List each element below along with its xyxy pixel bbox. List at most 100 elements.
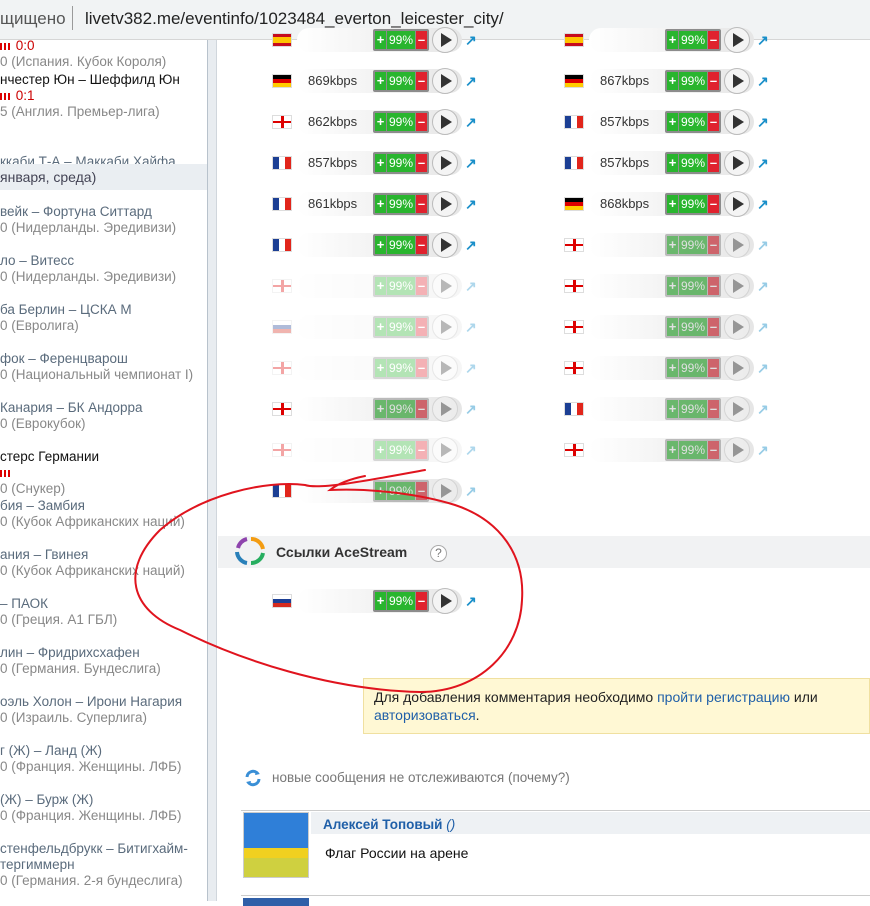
external-link-icon[interactable]: ↗ [465,114,477,131]
play-button-icon[interactable] [724,355,750,381]
stream-row[interactable]: +99% – ↗ [272,25,482,55]
play-button-icon[interactable] [724,191,750,217]
external-link-icon[interactable]: ↗ [465,278,477,295]
play-button-icon[interactable] [724,68,750,94]
rate-up-button[interactable]: + [667,359,678,377]
external-link-icon[interactable]: ↗ [757,319,769,336]
external-link-icon[interactable]: ↗ [465,442,477,459]
rate-down-button[interactable]: – [416,113,427,131]
rate-up-button[interactable]: + [375,236,386,254]
external-link-icon[interactable]: ↗ [465,237,477,254]
play-button-icon[interactable] [432,109,458,135]
stream-row[interactable]: +99% – ↗ [272,586,482,616]
event-title[interactable]: оэль Холон – Ирони Нагария [0,694,182,710]
security-label[interactable]: щищено [0,9,66,29]
play-button-icon[interactable] [432,355,458,381]
rate-up-button[interactable]: + [375,31,386,49]
rate-down-button[interactable]: – [416,318,427,336]
external-link-icon[interactable]: ↗ [757,114,769,131]
stream-row[interactable]: 857kbps +99% – ↗ [564,107,774,137]
external-link-icon[interactable]: ↗ [465,196,477,213]
event-title[interactable]: нчестер Юн – Шеффилд Юн [0,72,180,88]
stream-row[interactable]: +99% – ↗ [564,312,774,342]
stream-row[interactable]: +99% – ↗ [272,394,482,424]
sidebar-event[interactable]: фок – Ференцварош 0 (Национальный чемпион… [0,351,193,383]
rate-up-button[interactable]: + [375,72,386,90]
external-link-icon[interactable]: ↗ [757,401,769,418]
event-title[interactable]: ло – Витесс [0,253,176,269]
rate-down-button[interactable]: – [708,31,719,49]
rate-up-button[interactable]: + [375,359,386,377]
event-title[interactable]: стерс Германии [0,449,99,465]
rate-up-button[interactable]: + [375,113,386,131]
event-title[interactable]: ания – Гвинея [0,547,185,563]
play-button-icon[interactable] [432,232,458,258]
rate-up-button[interactable]: + [375,318,386,336]
stream-row[interactable]: 857kbps +99% – ↗ [272,148,482,178]
sidebar-event[interactable]: 0:0 0 (Испания. Кубок Короля) [0,40,166,70]
rate-up-button[interactable]: + [667,154,678,172]
play-button-icon[interactable] [724,396,750,422]
rate-down-button[interactable]: – [708,113,719,131]
play-button-icon[interactable] [432,27,458,53]
play-button-icon[interactable] [432,314,458,340]
rate-up-button[interactable]: + [375,277,386,295]
play-button-icon[interactable] [432,150,458,176]
why-link[interactable]: почему? [513,770,566,785]
play-button-icon[interactable] [432,68,458,94]
sidebar-event[interactable]: бия – Замбия 0 (Кубок Африканских наций) [0,498,185,530]
external-link-icon[interactable]: ↗ [465,483,477,500]
event-title[interactable]: стенфельдбрукк – Битигхайм- [0,841,188,857]
stream-row[interactable]: +99% – ↗ [564,394,774,424]
stream-row[interactable]: +99% – ↗ [564,230,774,260]
stream-row[interactable]: +99% – ↗ [272,312,482,342]
stream-row[interactable]: 862kbps +99% – ↗ [272,107,482,137]
play-button-icon[interactable] [724,232,750,258]
external-link-icon[interactable]: ↗ [757,155,769,172]
rate-down-button[interactable]: – [708,359,719,377]
rate-down-button[interactable]: – [416,277,427,295]
rate-up-button[interactable]: + [375,482,386,500]
help-icon[interactable]: ? [430,545,447,562]
external-link-icon[interactable]: ↗ [757,73,769,90]
avatar[interactable] [243,812,309,878]
stream-row[interactable]: 869kbps +99% – ↗ [272,66,482,96]
play-button-icon[interactable] [432,437,458,463]
sidebar-event[interactable]: оэль Холон – Ирони Нагария 0 (Израиль. Су… [0,694,182,726]
comment-author-name[interactable]: Алексей Топовый [323,817,442,832]
rate-down-button[interactable]: – [416,195,427,213]
play-button-icon[interactable] [432,273,458,299]
rate-down-button[interactable]: – [708,154,719,172]
rate-down-button[interactable]: – [708,400,719,418]
event-title[interactable]: ба Берлин – ЦСКА М [0,302,132,318]
stream-row[interactable]: 868kbps +99% – ↗ [564,189,774,219]
rate-down-button[interactable]: – [708,277,719,295]
rate-down-button[interactable]: – [708,236,719,254]
rate-down-button[interactable]: – [416,154,427,172]
stream-row[interactable]: +99% – ↗ [564,353,774,383]
play-button-icon[interactable] [724,150,750,176]
play-button-icon[interactable] [432,588,458,614]
rate-up-button[interactable]: + [375,195,386,213]
sidebar-event[interactable]: Канария – БК Андорра 0 (Еврокубок) [0,400,143,432]
external-link-icon[interactable]: ↗ [465,593,477,610]
rate-up-button[interactable]: + [375,154,386,172]
avatar[interactable] [243,898,309,906]
sidebar-event[interactable]: нчестер Юн – Шеффилд Юн 0:1 5 (Англия. Пр… [0,72,180,120]
event-title[interactable]: вейк – Фортуна Ситтард [0,204,176,220]
external-link-icon[interactable]: ↗ [465,155,477,172]
register-link[interactable]: пройти регистрацию [657,689,790,705]
sidebar-event[interactable]: – ПАОК 0 (Греция. А1 ГБЛ) [0,596,117,628]
event-title[interactable]: фок – Ференцварош [0,351,193,367]
rate-up-button[interactable]: + [667,236,678,254]
sidebar-event[interactable]: лин – Фридрихсхафен 0 (Германия. Бундесли… [0,645,161,677]
rate-down-button[interactable]: – [416,441,427,459]
play-button-icon[interactable] [724,314,750,340]
sidebar-event[interactable]: г (Ж) – Ланд (Ж) 0 (Франция. Женщины. ЛФБ… [0,743,181,775]
sidebar-event[interactable]: (Ж) – Бурж (Ж) 0 (Франция. Женщины. ЛФБ) [0,792,181,824]
sidebar-event[interactable]: ло – Витесс 0 (Нидерланды. Эредивизи) [0,253,176,285]
sidebar-scroll-border[interactable] [207,40,217,901]
stream-row[interactable]: +99% – ↗ [272,230,482,260]
event-title[interactable]: г (Ж) – Ланд (Ж) [0,743,181,759]
external-link-icon[interactable]: ↗ [757,237,769,254]
